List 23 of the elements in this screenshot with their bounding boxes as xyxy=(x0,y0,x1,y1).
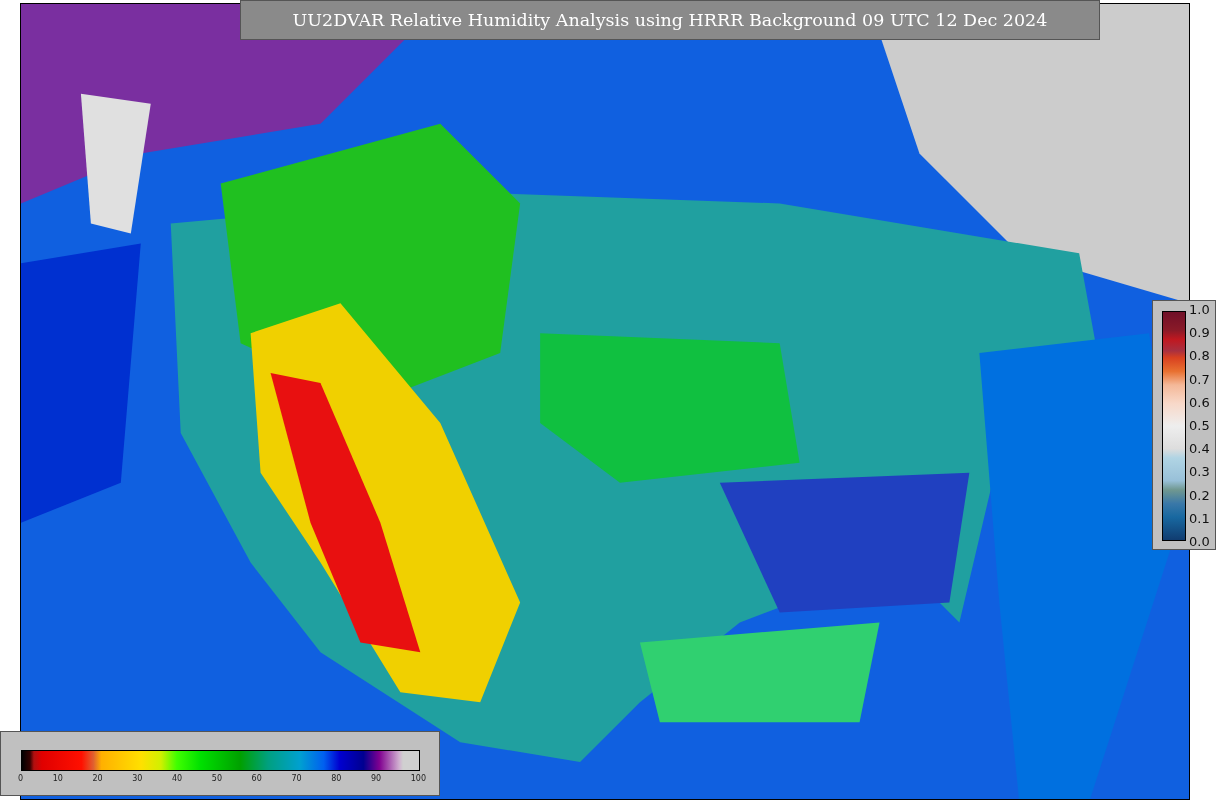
map-title: UU2DVAR Relative Humidity Analysis using HRRR Background 09 UTC 12 Dec 2024 xyxy=(240,0,1100,40)
scale-tick-label: 50 xyxy=(211,774,222,783)
scale-tick-label: 0.0 xyxy=(1189,533,1210,549)
scale-tick-label: 0.9 xyxy=(1189,325,1210,341)
scale-tick-label: 0.3 xyxy=(1189,464,1210,480)
scale-tick-label: 0 xyxy=(18,774,24,783)
scale-tick-label: 0.5 xyxy=(1189,417,1210,433)
scale-tick-label: 0.6 xyxy=(1189,394,1210,410)
scale-tick-label: 0.7 xyxy=(1189,371,1210,387)
scale-tick-label: 90 xyxy=(370,774,382,783)
scale-tick-label: 20 xyxy=(92,774,103,783)
scale-tick-label: 0.8 xyxy=(1189,348,1210,364)
scale-tick-label: 100 xyxy=(410,774,426,783)
scale-tick-label: 70 xyxy=(291,774,302,783)
scale-tick-label: 0.4 xyxy=(1189,441,1210,457)
scale-tick-label: 40 xyxy=(172,774,183,783)
scale-tick-label: 30 xyxy=(132,774,143,783)
scale-tick-label: 10 xyxy=(52,774,63,783)
scale-tick-label: 60 xyxy=(251,774,262,783)
scale-tick-label: 80 xyxy=(331,774,342,783)
scale-tick-label: 0.2 xyxy=(1189,487,1210,503)
scale-tick-label: 1.0 xyxy=(1189,302,1210,317)
scale-tick-label: 0.1 xyxy=(1189,510,1210,526)
